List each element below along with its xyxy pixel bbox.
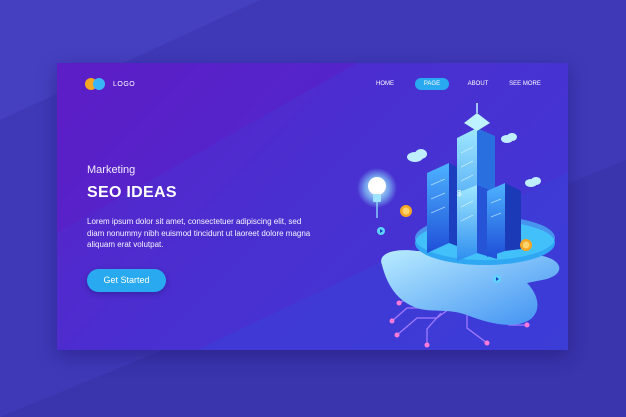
hero-eyebrow: Marketing	[87, 164, 136, 176]
nav-page[interactable]: PAGE	[415, 78, 449, 90]
nav-see-more[interactable]: SEE MORE	[505, 78, 545, 90]
get-started-button[interactable]: Get Started	[87, 269, 166, 292]
hero-title: SEO IDEAS	[87, 184, 177, 201]
city-skyscrapers-icon: $	[427, 103, 521, 261]
seo-city-illustration: $	[357, 103, 560, 348]
top-navigation: HOME PAGE ABOUT SEE MORE	[371, 78, 551, 92]
logo-icon	[85, 77, 107, 91]
brand-logo[interactable]: LOGO	[85, 77, 135, 91]
logo-text: LOGO	[113, 80, 136, 88]
landing-page-card: LOGO HOME PAGE ABOUT SEE MORE Marketing …	[57, 63, 568, 350]
hero-description: Lorem ipsum dolor sit amet, consectetuer…	[87, 217, 311, 249]
svg-text:$: $	[457, 189, 462, 198]
nav-about[interactable]: ABOUT	[463, 78, 493, 90]
nav-home[interactable]: HOME	[371, 78, 399, 90]
lightbulb-icon	[357, 168, 397, 218]
